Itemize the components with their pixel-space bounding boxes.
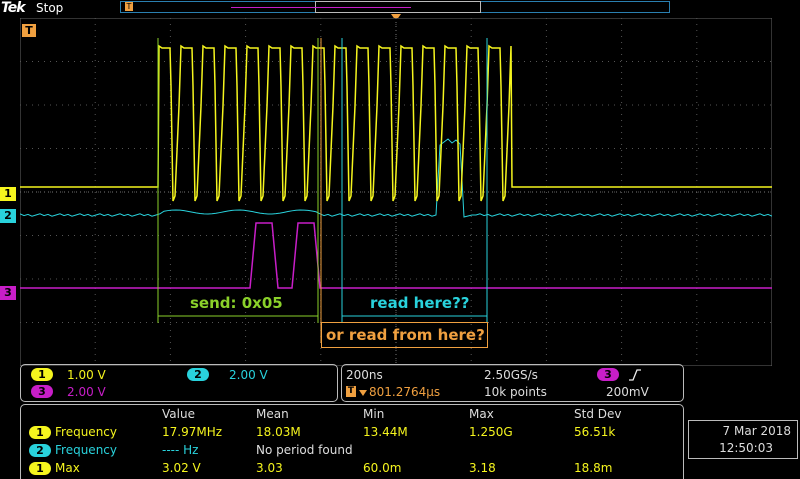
ch1-scale[interactable]: 1.00 V (67, 368, 106, 382)
trigger-arrow-icon (359, 390, 367, 396)
col-header-max: Max (469, 407, 494, 421)
meas-row-2-value: ---- Hz (162, 443, 199, 457)
measurements-panel[interactable]: Value Mean Min Max Std Dev 1 Frequency 1… (20, 404, 684, 479)
meas-row-1-std: 56.51k (574, 425, 616, 439)
read-here-annotation: read here?? (370, 294, 470, 312)
meas-row-1-name[interactable]: Frequency (55, 425, 117, 439)
ch2-scale[interactable]: 2.00 V (229, 368, 268, 382)
col-header-mean: Mean (256, 407, 289, 421)
meas-row-3-max: 3.18 (469, 461, 496, 475)
meas-row-1-mean: 18.03M (256, 425, 301, 439)
vertical-scale-panel[interactable]: 1 1.00 V 2 2.00 V 3 2.00 V (20, 364, 338, 402)
ch3-badge[interactable]: 3 (31, 385, 53, 398)
meas-row-2-name[interactable]: Frequency (55, 443, 117, 457)
record-position-bar[interactable]: T (120, 1, 670, 13)
send-annotation: send: 0x05 (190, 294, 283, 312)
trigger-source-badge[interactable]: 3 (597, 368, 619, 381)
time-per-division[interactable]: 200ns (346, 368, 383, 382)
meas-row-1-channel: 1 (29, 426, 51, 439)
rising-edge-icon (628, 367, 642, 381)
meas-row-3-value: 3.02 V (162, 461, 201, 475)
col-header-min: Min (363, 407, 385, 421)
meas-row-3-channel: 1 (29, 462, 51, 475)
meas-row-1-min: 13.44M (363, 425, 408, 439)
ch3-ground-marker[interactable]: 3 (0, 286, 16, 300)
timebase-panel[interactable]: 200ns 2.50GS/s T 801.2764µs 10k points 3… (341, 364, 684, 402)
ch3-scale[interactable]: 2.00 V (67, 385, 106, 399)
meas-row-3-name[interactable]: Max (55, 461, 80, 475)
ch2-badge[interactable]: 2 (187, 368, 209, 381)
waveform-graticule[interactable] (20, 18, 772, 366)
meas-row-3-mean: 3.03 (256, 461, 283, 475)
brand-logo: Tek (1, 0, 26, 16)
time-display: 12:50:03 (719, 441, 773, 455)
col-header-stddev: Std Dev (574, 407, 622, 421)
sample-rate: 2.50GS/s (484, 368, 538, 382)
trigger-level-marker[interactable]: T (22, 24, 36, 37)
meas-row-2-mean: No period found (256, 443, 353, 457)
meas-row-2-channel: 2 (29, 444, 51, 457)
trigger-pos-icon: T (346, 386, 356, 397)
ch1-badge[interactable]: 1 (31, 368, 53, 381)
datetime-box[interactable]: 7 Mar 2018 12:50:03 (688, 420, 798, 459)
record-length: 10k points (484, 385, 547, 399)
trigger-level[interactable]: 200mV (606, 385, 649, 399)
meas-row-3-min: 60.0m (363, 461, 402, 475)
ch1-ground-marker[interactable]: 1 (0, 187, 16, 201)
meas-row-1-max: 1.250G (469, 425, 513, 439)
alt-read-annotation: or read from here? (326, 326, 485, 344)
record-trigger-marker-icon: T (125, 2, 133, 11)
trigger-position[interactable]: 801.2764µs (369, 385, 440, 399)
col-header-value: Value (162, 407, 195, 421)
date-display: 7 Mar 2018 (722, 424, 791, 438)
ch2-ground-marker[interactable]: 2 (0, 209, 16, 223)
record-ch3-trace (231, 7, 411, 8)
meas-row-1-value: 17.97MHz (162, 425, 223, 439)
meas-row-3-std: 18.8m (574, 461, 613, 475)
acquisition-status: Stop (36, 1, 64, 15)
